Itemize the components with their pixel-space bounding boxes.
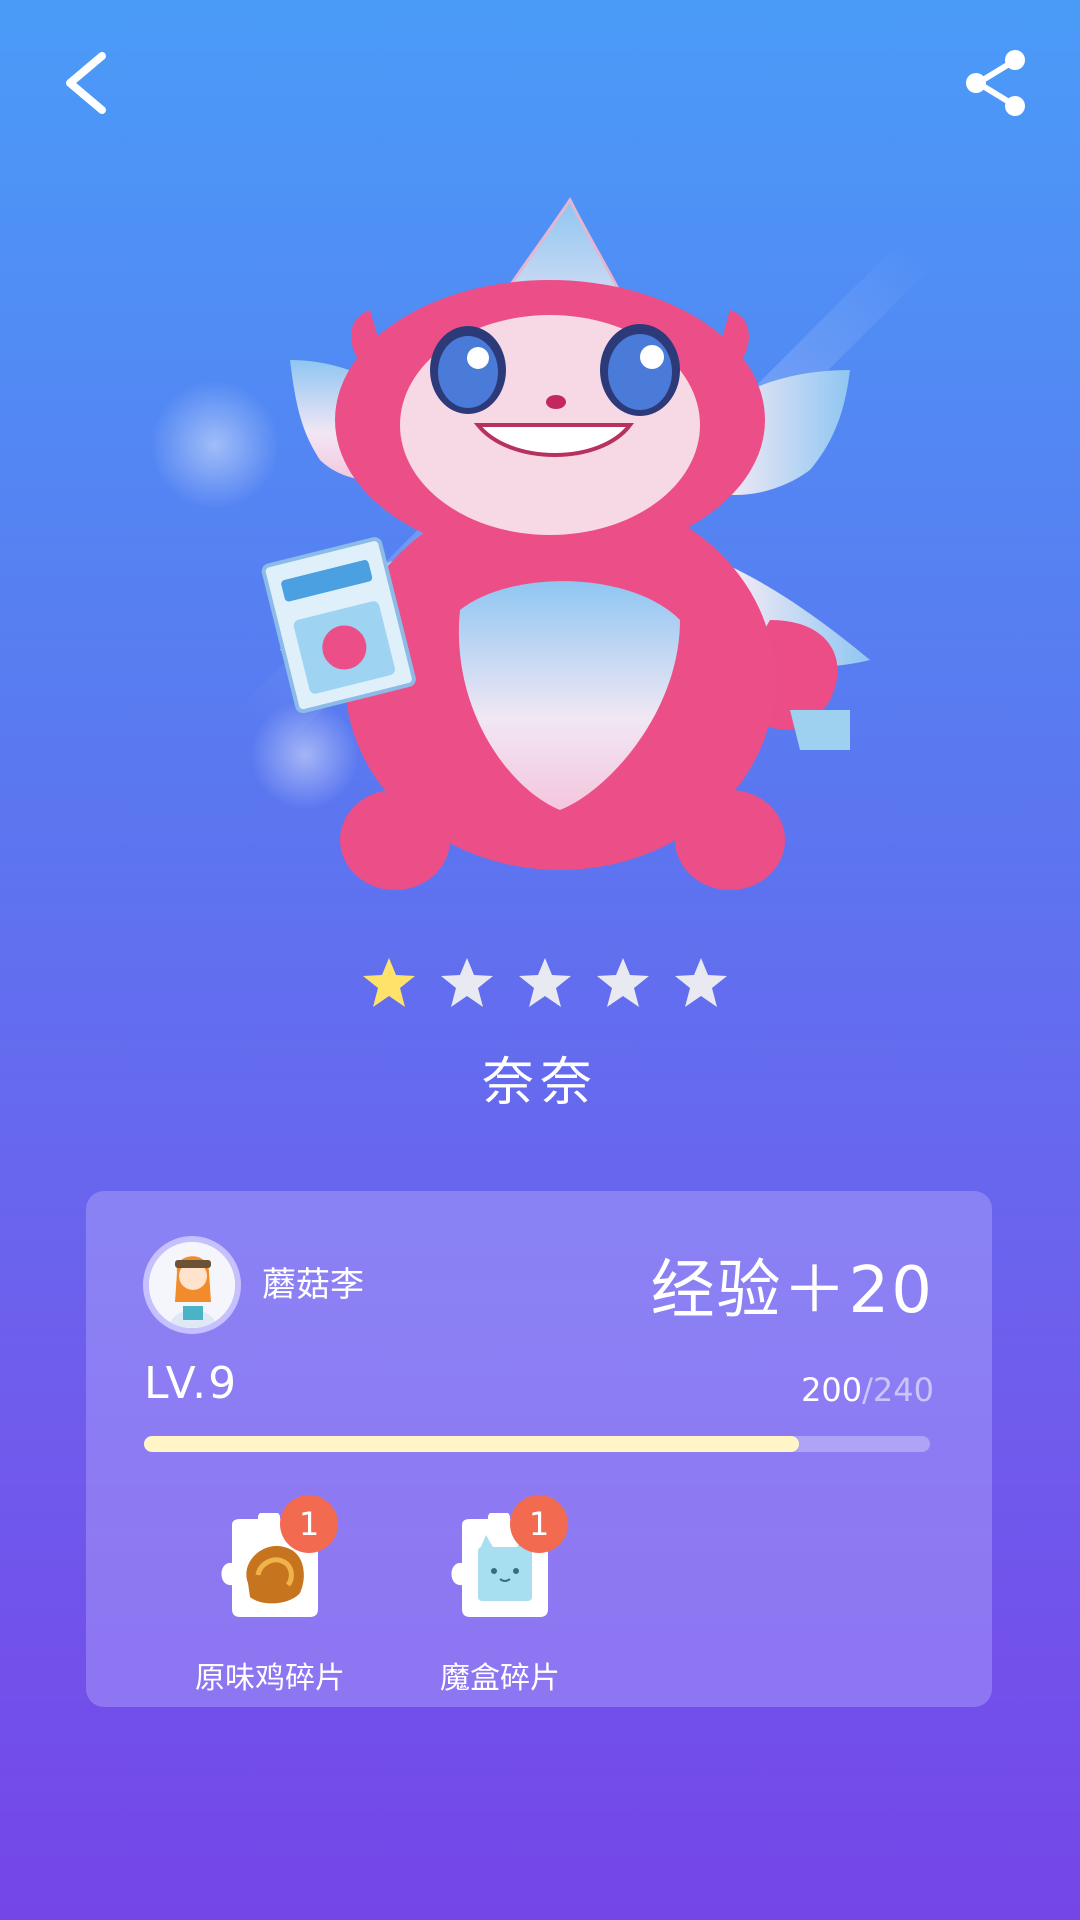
star-empty-icon — [519, 958, 571, 1007]
star-empty-icon — [597, 958, 649, 1007]
share-icon — [966, 50, 1025, 116]
progress-bar — [144, 1436, 930, 1452]
chevron-left-icon — [66, 52, 106, 114]
star-filled-icon — [363, 958, 415, 1007]
progress-separator: / — [862, 1371, 873, 1409]
item-count-badge: 1 — [280, 1495, 338, 1553]
user-avatar-icon — [149, 1242, 235, 1328]
pet-illustration — [261, 197, 870, 890]
reward-item-chicken-fragment[interactable]: 1 原味鸡碎片 — [180, 1495, 360, 1703]
star-empty-icon — [441, 958, 493, 1007]
exp-gain: 经验＋20 — [650, 1254, 934, 1328]
reward-item-magic-box-fragment[interactable]: 1 魔盒碎片 — [410, 1495, 590, 1703]
star-empty-icon — [675, 958, 727, 1007]
item-label: 原味鸡碎片 — [195, 1661, 345, 1696]
progress-max: 240 — [872, 1371, 934, 1409]
back-button[interactable] — [58, 48, 128, 118]
avatar[interactable] — [143, 1236, 241, 1334]
item-count-badge: 1 — [510, 1495, 568, 1553]
star-rating — [360, 955, 730, 1015]
progress-text: 200/240 — [801, 1371, 934, 1409]
share-button[interactable] — [960, 48, 1030, 118]
top-bar — [0, 0, 1080, 170]
exp-card: 蘑菇李 经验＋20 LV.9 200/240 1 原味鸡碎片 1 魔盒碎片 — [86, 1191, 992, 1707]
level-label: LV.9 — [144, 1358, 239, 1409]
username: 蘑菇李 — [262, 1265, 364, 1305]
progress-current: 200 — [801, 1371, 863, 1409]
progress-fill — [144, 1436, 799, 1452]
item-label: 魔盒碎片 — [440, 1661, 560, 1696]
pet-name: 奈奈 — [481, 1053, 598, 1113]
